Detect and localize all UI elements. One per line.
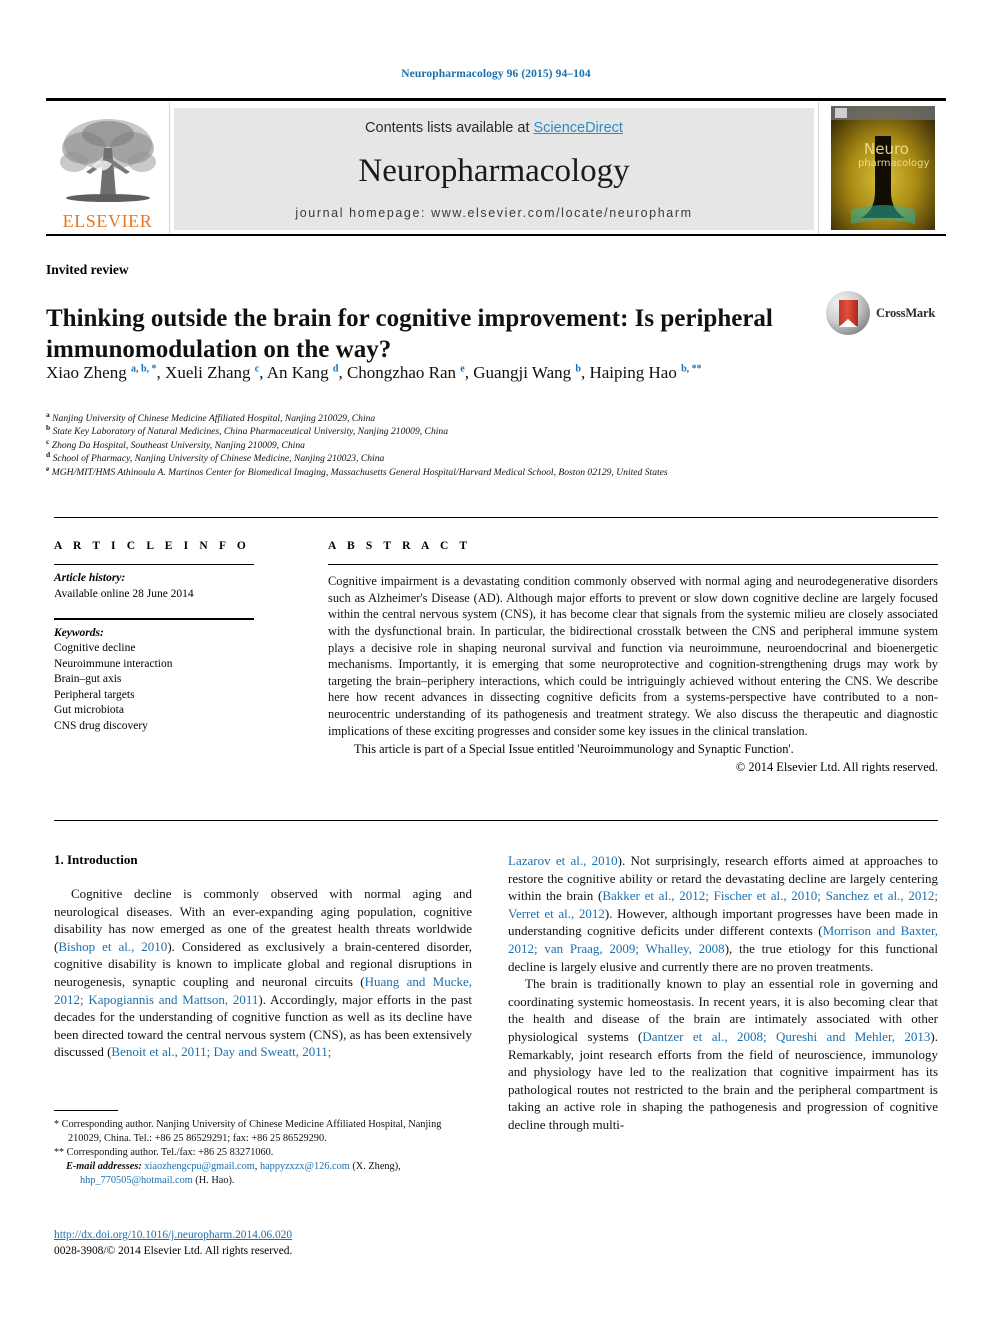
footnote-text-1: Corresponding author. Nanjing University… bbox=[61, 1119, 442, 1144]
keywords-block: Keywords: Cognitive decline Neuroimmune i… bbox=[54, 626, 284, 735]
elsevier-wordmark: ELSEVIER bbox=[62, 211, 153, 231]
intro-paragraph-right-2: The brain is traditionally known to play… bbox=[508, 976, 938, 1132]
sciencedirect-link[interactable]: ScienceDirect bbox=[534, 120, 623, 136]
svg-text:pharmacology: pharmacology bbox=[858, 158, 929, 169]
crossmark-label: CrossMark bbox=[876, 305, 936, 320]
article-type-label: Invited review bbox=[46, 262, 129, 277]
masthead-bottom-rule bbox=[46, 234, 946, 236]
citation-link[interactable]: Dantzer et al., 2008; Qureshi and Mehler… bbox=[642, 1029, 930, 1044]
footnote-text-2: Corresponding author. Tel./fax: +86 25 8… bbox=[66, 1147, 274, 1158]
doi-link[interactable]: http://dx.doi.org/10.1016/j.neuropharm.2… bbox=[54, 1229, 292, 1241]
section-title-introduction: 1. Introduction bbox=[54, 852, 138, 867]
affiliation-item: e MGH/MIT/HMS Athinoula A. Martinos Cent… bbox=[46, 463, 668, 478]
affiliation-mark: e bbox=[46, 463, 50, 473]
contents-lists-line: Contents lists available at ScienceDirec… bbox=[365, 120, 623, 136]
author-affiliation-mark: c bbox=[254, 363, 260, 375]
affiliation-item: c Zhong Da Hospital, Southeast Universit… bbox=[46, 436, 305, 451]
article-history: Article history: Available online 28 Jun… bbox=[54, 571, 284, 602]
journal-masthead: ELSEVIER Contents lists available at Sci… bbox=[46, 98, 946, 236]
affiliation-mark: d bbox=[46, 450, 51, 460]
journal-article-page: Neuropharmacology 96 (2015) 94–104 ELSEV… bbox=[0, 0, 992, 1323]
abstract-copyright: © 2014 Elsevier Ltd. All rights reserved… bbox=[735, 759, 938, 774]
affiliation-item: a Nanjing University of Chinese Medicine… bbox=[46, 409, 376, 424]
keyword-item: Gut microbiota bbox=[54, 704, 124, 717]
article-history-label: Article history: bbox=[54, 572, 126, 585]
footnote-mark-1: * bbox=[54, 1119, 59, 1130]
journal-homepage-line[interactable]: journal homepage: www.elsevier.com/locat… bbox=[295, 206, 692, 220]
citation-link[interactable]: Benoit et al., 2011; Day and Sweatt, 201… bbox=[111, 1044, 331, 1059]
article-info-rule-2 bbox=[54, 618, 254, 620]
abstract-column: A B S T R A C T Cognitive impairment is … bbox=[328, 540, 938, 775]
abstract-body: Cognitive impairment is a devastating co… bbox=[328, 574, 938, 738]
citation-link[interactable]: Huang and Mucke, 2012; Kapogiannis and M… bbox=[54, 974, 472, 1007]
masthead-center-band: Contents lists available at ScienceDirec… bbox=[174, 108, 814, 230]
issn-copyright-line: 0028-3908/© 2014 Elsevier Ltd. All right… bbox=[54, 1244, 293, 1257]
citation-link[interactable]: Morrison and Baxter, 2012; van Praag, 20… bbox=[508, 923, 938, 956]
keywords-label: Keywords: bbox=[54, 626, 104, 639]
svg-text:Neuro: Neuro bbox=[864, 140, 909, 158]
keyword-item: CNS drug discovery bbox=[54, 719, 148, 732]
footnote-separator bbox=[54, 1110, 118, 1112]
affiliation-list: a Nanjing University of Chinese Medicine… bbox=[46, 409, 846, 479]
citation-link[interactable]: hhp_770505@hotmail.com bbox=[80, 1175, 193, 1186]
abstract-special-issue: This article is part of a Special Issue … bbox=[354, 742, 794, 757]
crossmark-icon bbox=[826, 291, 870, 335]
contents-prefix: Contents lists available at bbox=[365, 120, 534, 136]
article-info-column: A R T I C L E I N F O Article history: A… bbox=[54, 540, 284, 734]
footnote-emails: E-mail addresses: xiaozhengcpu@gmail.com… bbox=[66, 1161, 401, 1186]
info-block-bottom-rule bbox=[54, 820, 938, 822]
masthead-top-rule bbox=[46, 98, 946, 101]
affiliation-mark: c bbox=[46, 436, 50, 446]
citation-link[interactable]: Bishop et al., 2010 bbox=[58, 939, 167, 954]
author-affiliation-mark: b, ** bbox=[681, 363, 702, 375]
body-column-right: Lazarov et al., 2010). Not surprisingly,… bbox=[508, 852, 938, 1134]
article-info-rule-1 bbox=[54, 564, 254, 566]
running-head: Neuropharmacology 96 (2015) 94–104 bbox=[401, 68, 591, 80]
keyword-item: Neuroimmune interaction bbox=[54, 657, 173, 670]
doi-block: http://dx.doi.org/10.1016/j.neuropharm.2… bbox=[54, 1228, 484, 1259]
affiliation-item: d School of Pharmacy, Nanjing University… bbox=[46, 450, 385, 465]
keyword-item: Brain–gut axis bbox=[54, 673, 122, 686]
intro-paragraph-right-1: Lazarov et al., 2010). Not surprisingly,… bbox=[508, 853, 938, 974]
elsevier-tree-icon bbox=[56, 114, 160, 210]
article-info-heading: A R T I C L E I N F O bbox=[54, 540, 250, 552]
keyword-item: Peripheral targets bbox=[54, 688, 135, 701]
affiliation-item: b State Key Laboratory of Natural Medici… bbox=[46, 423, 449, 438]
keywords-list: Cognitive decline Neuroimmune interaction… bbox=[54, 641, 284, 734]
info-block-top-rule bbox=[54, 517, 938, 519]
affiliation-mark: a bbox=[46, 409, 50, 419]
author-affiliation-mark: b bbox=[575, 363, 581, 375]
author-list: Xiao Zheng a, b, *, Xueli Zhang c, An Ka… bbox=[46, 363, 702, 382]
intro-paragraph-left: Cognitive decline is commonly observed w… bbox=[54, 886, 473, 1060]
citation-link[interactable]: xiaozhengcpu@gmail.com bbox=[144, 1161, 254, 1172]
affiliation-mark: b bbox=[46, 423, 51, 433]
footnote-mark-2: ** bbox=[54, 1147, 64, 1158]
author-affiliation-mark: a, b, * bbox=[130, 363, 157, 375]
footnote-corresponding-1: * Corresponding author. Nanjing Universi… bbox=[54, 1118, 472, 1146]
citation-link[interactable]: Bakker et al., 2012; Fischer et al., 201… bbox=[508, 888, 938, 921]
keyword-item: Cognitive decline bbox=[54, 642, 136, 655]
abstract-heading: A B S T R A C T bbox=[328, 540, 472, 552]
journal-cover-image: Neuro pharmacology bbox=[830, 106, 935, 230]
body-column-left: 1. Introduction Cognitive decline is com… bbox=[54, 852, 472, 1061]
crossmark-badge[interactable]: CrossMark bbox=[826, 288, 936, 338]
crossmark-book-shape bbox=[838, 300, 858, 327]
page-title: Thinking outside the brain for cognitive… bbox=[46, 304, 773, 363]
author-affiliation-mark: d bbox=[332, 363, 339, 375]
journal-title: Neuropharmacology bbox=[358, 152, 630, 189]
citation-link[interactable]: Lazarov et al., 2010 bbox=[508, 853, 618, 868]
elsevier-logo-block: ELSEVIER bbox=[46, 102, 170, 234]
footnote-corresponding-2: ** Corresponding author. Tel./fax: +86 2… bbox=[54, 1146, 472, 1160]
journal-cover-block: Neuro pharmacology bbox=[818, 102, 946, 234]
citation-link[interactable]: happyzxzx@126.com bbox=[260, 1161, 350, 1172]
abstract-rule bbox=[328, 564, 938, 566]
email-addresses-label: E-mail addresses: bbox=[66, 1161, 142, 1172]
footnote-block: * Corresponding author. Nanjing Universi… bbox=[54, 1118, 472, 1188]
article-history-value: Available online 28 June 2014 bbox=[54, 587, 194, 600]
author-affiliation-mark: e bbox=[460, 363, 465, 375]
